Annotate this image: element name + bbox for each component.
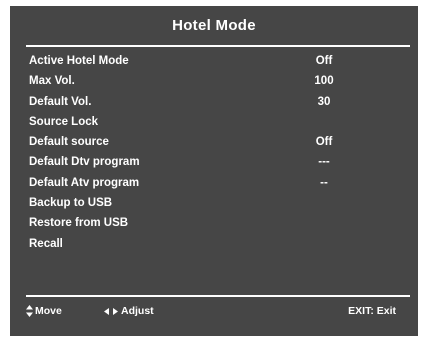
menu-title: Hotel Mode <box>172 17 256 34</box>
adjust-hint: Adjust <box>104 304 154 318</box>
menu-item-value: --- <box>318 156 330 169</box>
menu-item-label: Recall <box>29 237 63 250</box>
menu-item-label: Default Atv program <box>29 176 140 189</box>
menu-item-value: 30 <box>317 95 331 108</box>
menu-item-label: Active Hotel Mode <box>29 55 129 67</box>
menu-item-label: Default Vol. <box>29 95 92 108</box>
hotel-mode-menu: Hotel Mode Active Hotel Mode Off Max Vol… <box>10 6 418 336</box>
menu-item-default-dtv-program[interactable]: Default Dtv program --- <box>10 152 418 172</box>
menu-item-default-vol[interactable]: Default Vol. 30 <box>10 92 418 112</box>
title-divider <box>26 45 410 47</box>
left-right-arrows-icon <box>104 307 118 315</box>
menu-item-label: Default Dtv program <box>29 156 140 169</box>
menu-item-active-hotel-mode[interactable]: Active Hotel Mode Off <box>10 51 418 71</box>
key-hint-bar: Move Adjust EXIT: Exit <box>10 302 418 322</box>
menu-item-value: Off <box>315 55 333 67</box>
menu-item-value: 100 <box>314 75 334 88</box>
menu-item-label: Source Lock <box>29 115 99 128</box>
move-hint-label: Move <box>35 305 62 317</box>
adjust-hint-label: Adjust <box>121 305 154 317</box>
menu-item-value: -- <box>320 176 328 189</box>
exit-hint: EXIT: Exit <box>348 305 396 317</box>
move-hint: Move <box>26 304 62 318</box>
up-down-arrows-icon <box>26 305 33 317</box>
menu-item-recall[interactable]: Recall <box>10 234 418 254</box>
menu-item-label: Default source <box>29 136 109 149</box>
menu-item-label: Max Vol. <box>29 75 75 88</box>
menu-item-value: Off <box>315 136 333 149</box>
menu-item-label: Backup to USB <box>29 197 113 210</box>
menu-list: Active Hotel Mode Off Max Vol. 100 Defau… <box>10 51 418 254</box>
menu-item-max-vol[interactable]: Max Vol. 100 <box>10 71 418 91</box>
menu-item-source-lock[interactable]: Source Lock <box>10 112 418 132</box>
menu-item-restore-from-usb[interactable]: Restore from USB <box>10 213 418 233</box>
menu-item-default-source[interactable]: Default source Off <box>10 132 418 152</box>
footer-divider <box>26 295 410 297</box>
menu-item-default-atv-program[interactable]: Default Atv program -- <box>10 173 418 193</box>
menu-item-label: Restore from USB <box>29 217 129 230</box>
menu-item-backup-to-usb[interactable]: Backup to USB <box>10 193 418 213</box>
